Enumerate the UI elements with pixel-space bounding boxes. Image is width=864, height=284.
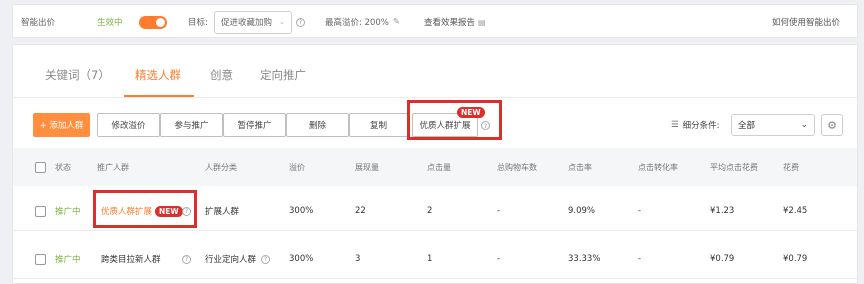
toggle-track[interactable] [139, 15, 167, 29]
col-ctr: 点击率 [568, 162, 592, 172]
add-crowd-button[interactable]: + 添加人群 [33, 113, 90, 137]
row-category: 扩展人群 [205, 207, 240, 217]
copy-button[interactable]: 复制 [349, 113, 408, 137]
col-cost: 花费 [783, 162, 799, 172]
chevron-down-icon: ⌄ [800, 120, 808, 130]
goal-select[interactable]: 促进收藏加购 ⌄ [214, 5, 292, 39]
filter-select[interactable]: 全部 ⌄ [731, 114, 815, 136]
view-report-link[interactable]: 查看效果报告 ▤ [424, 5, 486, 39]
col-cvr: 点击转化率 [638, 162, 678, 172]
row-category: 行业定向人群 [205, 255, 257, 265]
tab-keywords[interactable]: 关键词（7） [45, 67, 110, 83]
col-impressions: 展现量 [355, 162, 379, 172]
col-clicks: 点击量 [427, 162, 451, 172]
status-text: 生效中 [97, 18, 123, 28]
goal-value: 促进收藏加购 [221, 18, 273, 28]
smart-bid-toggle[interactable] [139, 5, 167, 39]
row-ctr: 9.09% [568, 206, 596, 216]
gear-icon: ⚙ [827, 118, 837, 132]
filter-label-wrap: ☰ 细分条件: [671, 119, 720, 131]
filter-list-icon: ☰ [671, 120, 679, 130]
row-cost: ¥2.45 [783, 206, 808, 216]
goal-help-icon[interactable]: ? [296, 5, 305, 39]
pause-promo-button[interactable]: 暂停推广 [223, 113, 286, 137]
smart-bid-bar: 智能出价 生效中 目标: 促进收藏加购 ⌄ ? 最高溢价: 200% ✎ 查看效… [12, 4, 858, 38]
col-carts: 总购物车数 [497, 162, 537, 172]
delete-button[interactable]: 删除 [286, 113, 349, 137]
modify-premium-button[interactable]: 修改溢价 [97, 113, 160, 137]
col-avg-cpc: 平均点击花费 [710, 162, 758, 172]
row-cost: ¥0.79 [783, 254, 808, 264]
row-clicks: 2 [427, 206, 433, 216]
row-premium: 300% [289, 206, 314, 216]
row-avg-cpc: ¥1.23 [710, 206, 735, 216]
col-status: 状态 [55, 162, 71, 172]
filter-label: 细分条件: [682, 121, 720, 131]
max-premium-text: 最高溢价: 200% [325, 18, 389, 28]
row-status: 推广中 [55, 255, 81, 265]
settings-button[interactable]: ⚙ [821, 114, 843, 136]
goal-label: 目标: [188, 18, 208, 28]
chevron-down-icon: ⌄ [279, 18, 285, 26]
col-crowd: 推广人群 [97, 162, 129, 172]
tab-creative[interactable]: 创意 [210, 67, 233, 83]
filter-value: 全部 [738, 121, 756, 131]
row-premium: 300% [289, 254, 314, 264]
row-ctr: 33.33% [568, 254, 601, 264]
select-all-checkbox[interactable] [35, 148, 46, 186]
row-impressions: 3 [355, 254, 361, 264]
row-cvr: - [638, 254, 642, 264]
col-premium: 溢价 [289, 162, 305, 172]
view-report-text[interactable]: 查看效果报告 [424, 16, 475, 28]
how-to-use-link[interactable]: 如何使用智能出价 [772, 5, 840, 39]
row-checkbox[interactable] [35, 239, 46, 279]
row-crowd: 跨类目拉新人群 [101, 255, 161, 265]
join-promo-button[interactable]: 参与推广 [160, 113, 223, 137]
report-icon: ▤ [478, 17, 486, 27]
row-carts: - [497, 254, 501, 264]
row-checkbox[interactable] [35, 191, 46, 231]
table-header: 状态 推广人群 人群分类 溢价 展现量 点击量 总购物车数 点击率 点击转化率 … [13, 148, 857, 186]
row-impressions: 22 [355, 206, 366, 216]
row-carts: - [497, 206, 501, 216]
row-cvr: - [638, 206, 642, 216]
table-row: 推广中 跨类目拉新人群 ? 行业定向人群 ? 300% 3 1 - 33.33%… [13, 239, 857, 279]
row-status: 推广中 [55, 207, 81, 217]
toggle-knob [156, 17, 165, 27]
edit-icon[interactable]: ✎ [393, 17, 400, 27]
col-category: 人群分类 [205, 162, 237, 172]
row-avg-cpc: ¥0.79 [710, 254, 735, 264]
highlight-box-row [93, 190, 197, 228]
smart-bid-label: 智能出价 [21, 18, 56, 28]
active-tab-indicator [124, 95, 194, 97]
main-panel: 关键词（7） 精选人群 创意 定向推广 + 添加人群 修改溢价 参与推广 暂停推… [12, 44, 858, 284]
max-premium: 最高溢价: 200% ✎ [325, 5, 400, 39]
tab-selected-crowds[interactable]: 精选人群 [135, 67, 181, 83]
highlight-box-toolbar [407, 100, 502, 140]
tab-targeted-promo[interactable]: 定向推广 [260, 67, 306, 83]
row-help-icon[interactable]: ? [182, 239, 191, 279]
row-category-help-icon[interactable]: ? [261, 239, 270, 279]
tab-bar: 关键词（7） 精选人群 创意 定向推广 [13, 45, 857, 98]
row-clicks: 1 [427, 254, 433, 264]
